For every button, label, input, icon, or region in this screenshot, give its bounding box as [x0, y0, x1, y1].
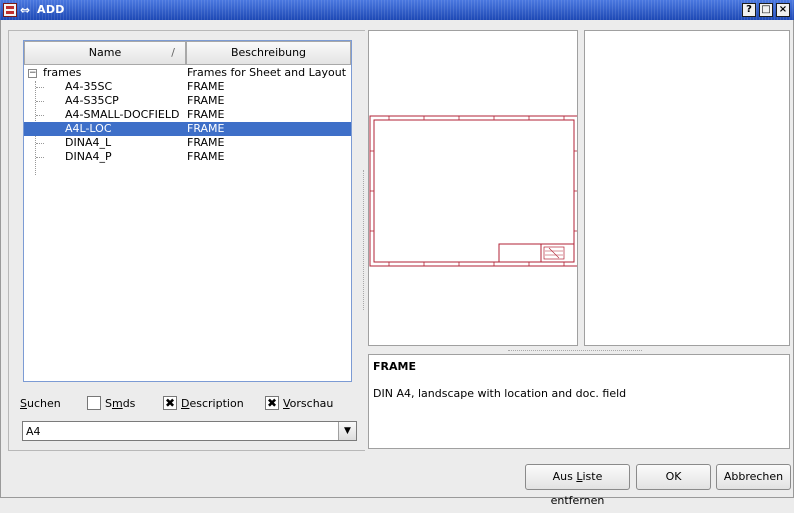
remove-label-a: Aus	[552, 470, 577, 483]
window-title: ADD	[37, 3, 65, 16]
table-row[interactable]: DINA4_P FRAME	[24, 150, 351, 164]
row-description: FRAME	[187, 150, 225, 163]
search-label: Suchen	[20, 396, 61, 412]
splitter-handle[interactable]	[508, 350, 642, 351]
smds-label-mnemonic: m	[111, 397, 123, 410]
row-name: DINA4_L	[65, 136, 112, 149]
window-border-left	[0, 20, 1, 498]
table-row[interactable]: A4-35SC FRAME	[24, 80, 351, 94]
smds-checkbox[interactable]	[87, 396, 101, 410]
column-name-label: Name	[88, 46, 122, 59]
description-checkbox[interactable]: ✖	[163, 396, 177, 410]
row-description: FRAME	[187, 80, 225, 93]
row-name: DINA4_P	[65, 150, 112, 163]
frame-preview-drawing	[369, 115, 577, 267]
inner-border-top	[8, 30, 365, 31]
help-button[interactable]: ?	[742, 3, 756, 17]
vorschau-label-mnemonic: V	[283, 397, 290, 410]
description-label-rest: escription	[189, 397, 244, 410]
app-icon	[3, 3, 17, 17]
cancel-button[interactable]: Abbrechen	[716, 464, 791, 490]
list-header: Name / Beschreibung	[24, 41, 351, 65]
close-button[interactable]: ×	[776, 3, 790, 17]
table-row[interactable]: A4-S35CP FRAME	[24, 94, 351, 108]
search-input[interactable]: A4	[26, 424, 41, 439]
column-header-name[interactable]: Name /	[24, 41, 186, 65]
row-description: FRAME	[187, 136, 225, 149]
vorschau-label-rest: orschau	[289, 397, 334, 410]
description-label[interactable]: Description	[181, 396, 244, 412]
sort-indicator-icon: /	[171, 46, 175, 59]
title-bar: ⇔ ADD ? □ ×	[0, 0, 794, 20]
row-name: A4-35SC	[65, 80, 113, 93]
vorschau-label[interactable]: Vorschau	[283, 396, 333, 412]
row-description: FRAME	[187, 94, 225, 107]
preview-pane-right	[584, 30, 790, 346]
row-description: FRAME	[187, 122, 225, 135]
row-description: FRAME	[187, 108, 225, 121]
row-description: Frames for Sheet and Layout	[187, 66, 347, 79]
maximize-button[interactable]: □	[759, 3, 773, 17]
table-row[interactable]: A4-SMALL-DOCFIELD FRAME	[24, 108, 351, 122]
preview-pane-left	[368, 30, 578, 346]
search-label-mnemonic: S	[20, 397, 27, 410]
tree-row-root[interactable]: − frames Frames for Sheet and Layout	[24, 66, 351, 80]
inner-border-left	[8, 30, 9, 450]
table-row[interactable]: DINA4_L FRAME	[24, 136, 351, 150]
collapse-icon[interactable]: −	[28, 69, 37, 78]
column-header-description[interactable]: Beschreibung	[186, 41, 351, 65]
smds-label[interactable]: Smds	[105, 396, 135, 412]
search-label-rest: uchen	[26, 397, 61, 410]
vertical-splitter-handle[interactable]	[363, 170, 364, 310]
column-description-label: Beschreibung	[230, 46, 307, 59]
inner-border-bottom	[8, 450, 365, 451]
row-name: frames	[43, 66, 82, 79]
row-name: A4L-LOC	[65, 122, 112, 135]
row-name: A4-S35CP	[65, 94, 119, 107]
table-row-selected[interactable]: A4L-LOC FRAME	[24, 122, 351, 136]
vorschau-checkbox[interactable]: ✖	[265, 396, 279, 410]
description-title: FRAME	[373, 360, 416, 373]
remove-from-list-button[interactable]: Aus Liste entfernen	[525, 464, 630, 507]
search-combobox[interactable]: A4 ▼	[22, 421, 357, 441]
row-name: A4-SMALL-DOCFIELD	[65, 108, 180, 121]
smds-label-a: S	[105, 397, 112, 410]
ok-button[interactable]: OK	[636, 464, 711, 490]
frame-list[interactable]: Name / Beschreibung − frames Frames for …	[23, 40, 352, 382]
description-box: FRAME DIN A4, landscape with location an…	[368, 354, 790, 449]
chevron-down-icon[interactable]: ▼	[338, 422, 356, 440]
description-text: DIN A4, landscape with location and doc.…	[373, 387, 627, 400]
smds-label-c: ds	[122, 397, 136, 410]
pin-icon[interactable]: ⇔	[20, 2, 30, 18]
